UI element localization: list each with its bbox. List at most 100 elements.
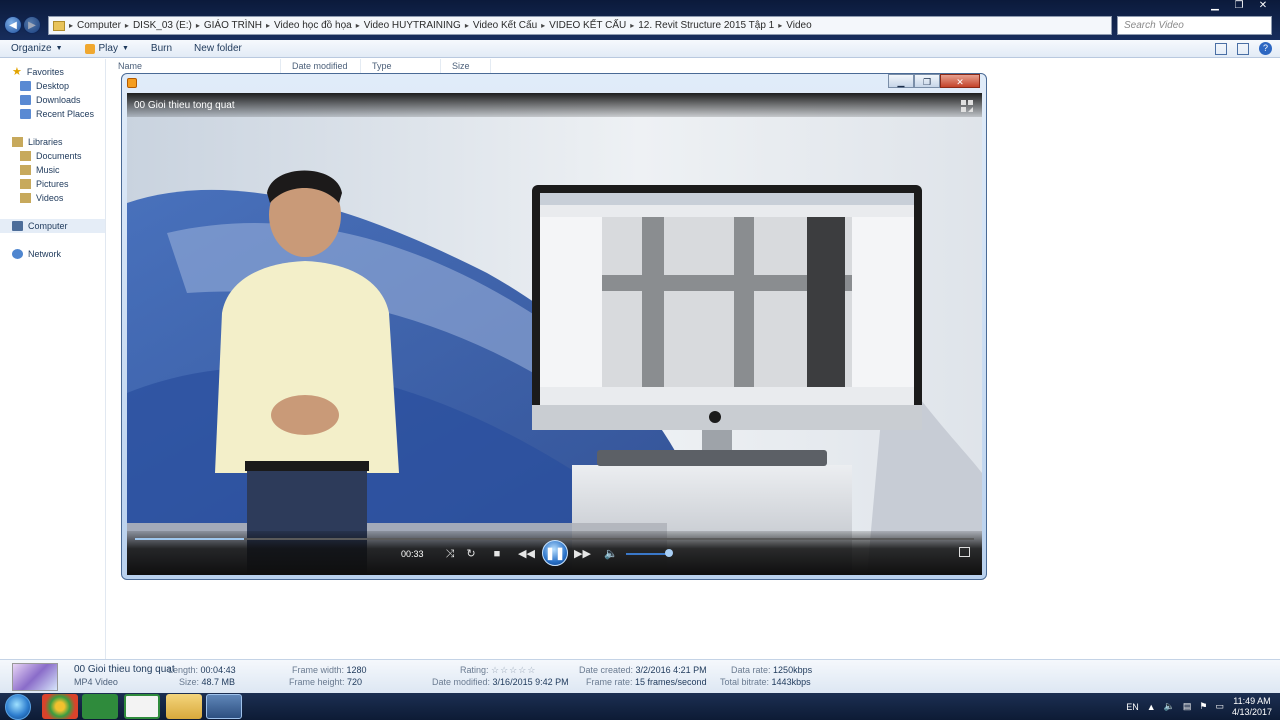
- display-tray-icon[interactable]: ▭: [1215, 701, 1224, 712]
- documents-icon: [20, 151, 31, 161]
- sidebar-item-computer[interactable]: Computer: [0, 219, 105, 233]
- column-name[interactable]: Name: [107, 59, 281, 74]
- clock[interactable]: 11:49 AM 4/13/2017: [1232, 696, 1272, 718]
- computer-icon: [12, 221, 23, 231]
- breadcrumb-item[interactable]: Video Kết Cấu: [473, 20, 537, 31]
- player-minimize-button[interactable]: ▁: [888, 74, 914, 88]
- sidebar-item-music[interactable]: Music: [20, 163, 60, 177]
- show-hidden-icons-icon[interactable]: ▲: [1147, 702, 1156, 712]
- rating-field: Rating: ☆☆☆☆☆: [460, 665, 536, 676]
- organize-label: Organize: [11, 43, 52, 54]
- shuffle-icon[interactable]: ⤨: [443, 547, 457, 561]
- breadcrumb-item[interactable]: DISK_03 (E:): [133, 20, 192, 31]
- play-label: Play: [98, 43, 118, 54]
- folder-icon: [53, 20, 65, 31]
- sidebar-item-label: Documents: [36, 151, 82, 161]
- chevron-right-icon: ▸: [69, 21, 74, 30]
- frame-height-field: Frame height: 720: [289, 677, 362, 687]
- player-titlebar: ▁ ❐ ✕: [122, 74, 986, 92]
- minimize-button[interactable]: ▁: [1204, 0, 1226, 12]
- sidebar-item-network[interactable]: Network: [12, 247, 61, 261]
- pictures-icon: [20, 179, 31, 189]
- help-icon[interactable]: ?: [1259, 42, 1272, 55]
- frame-width-label: Frame width:: [292, 665, 345, 675]
- repeat-icon[interactable]: ↻: [464, 547, 478, 561]
- explorer-taskbar-icon[interactable]: [166, 694, 202, 719]
- sidebar-item-label: Desktop: [36, 81, 70, 91]
- camtasia-taskbar-icon[interactable]: [82, 694, 118, 719]
- fullscreen-icon[interactable]: [959, 547, 970, 557]
- file-list-header: Name Date modified Type Size: [107, 59, 1280, 74]
- volume-slider[interactable]: [626, 553, 670, 555]
- sidebar-item-downloads[interactable]: Downloads: [20, 93, 81, 107]
- star-icon: ★: [12, 66, 22, 78]
- sidebar-item-videos[interactable]: Videos: [20, 191, 63, 205]
- player-close-button[interactable]: ✕: [940, 74, 980, 88]
- start-button[interactable]: [5, 694, 31, 720]
- frame-rate-value: 15 frames/second: [635, 677, 707, 687]
- breadcrumb-item[interactable]: Video HUYTRAINING: [364, 20, 461, 31]
- new-folder-button[interactable]: New folder: [183, 43, 253, 54]
- breadcrumb-item[interactable]: Computer: [77, 20, 121, 31]
- view-options-icon[interactable]: [1215, 42, 1227, 55]
- media-player-window: ▁ ❐ ✕ 00 Gioi thieu tong quat 00:33 ⤨ ↻ …: [121, 73, 987, 580]
- videos-icon: [20, 193, 31, 203]
- play-button[interactable]: Play ▼: [74, 43, 140, 54]
- data-rate-field: Data rate: 1250kbps: [731, 665, 812, 675]
- stop-icon[interactable]: ■: [490, 547, 504, 561]
- sidebar-item-pictures[interactable]: Pictures: [20, 177, 69, 191]
- size-value: 48.7 MB: [201, 677, 236, 687]
- media-player-icon: [127, 78, 137, 88]
- rating-stars[interactable]: ☆☆☆☆☆: [491, 665, 536, 675]
- taskbar: EN ▲ 🔈 ▤ ⚑ ▭ 11:49 AM 4/13/2017: [0, 693, 1280, 720]
- search-input[interactable]: Search Video: [1117, 16, 1272, 35]
- media-player-taskbar-icon[interactable]: [206, 694, 242, 719]
- video-area[interactable]: 00 Gioi thieu tong quat 00:33 ⤨ ↻ ■ ◀◀ ❚…: [127, 93, 982, 575]
- volume-knob[interactable]: [665, 549, 673, 557]
- sidebar-item-desktop[interactable]: Desktop: [20, 79, 69, 93]
- clock-date: 4/13/2017: [1231, 706, 1272, 717]
- burn-button[interactable]: Burn: [140, 43, 183, 54]
- chrome-taskbar-icon[interactable]: [42, 694, 78, 719]
- switch-to-library-icon[interactable]: [961, 100, 973, 112]
- date-created-label: Date created:: [579, 665, 634, 675]
- action-center-icon[interactable]: ⚑: [1199, 701, 1207, 712]
- volume-tray-icon[interactable]: 🔈: [1164, 701, 1175, 712]
- current-time: 00:33: [401, 549, 424, 559]
- maximize-button[interactable]: ❐: [1228, 0, 1250, 12]
- network-tray-icon[interactable]: ▤: [1183, 701, 1192, 712]
- column-type[interactable]: Type: [361, 59, 441, 74]
- column-size[interactable]: Size: [441, 59, 491, 74]
- player-maximize-button[interactable]: ❐: [914, 74, 940, 88]
- next-icon[interactable]: ▶▶: [574, 547, 591, 561]
- date-created-value: 3/2/2016 4:21 PM: [635, 665, 707, 675]
- back-button[interactable]: ◀: [4, 16, 22, 34]
- address-bar[interactable]: ▸ Computer ▸ DISK_03 (E:) ▸ GIÁO TRÌNH ▸…: [48, 16, 1112, 35]
- sidebar-item-favorites[interactable]: ★ Favorites: [12, 65, 64, 79]
- breadcrumb-item[interactable]: Video: [786, 20, 811, 31]
- pause-button[interactable]: ❚❚: [542, 540, 568, 566]
- sidebar-item-label: Videos: [36, 193, 64, 203]
- sidebar-item-documents[interactable]: Documents: [20, 149, 82, 163]
- video-title: 00 Gioi thieu tong quat: [134, 100, 235, 111]
- breadcrumb-item[interactable]: Video học đồ họa: [274, 20, 352, 31]
- sidebar-item-libraries[interactable]: Libraries: [12, 135, 63, 149]
- column-date-modified[interactable]: Date modified: [281, 59, 361, 74]
- forward-button[interactable]: ▶: [23, 16, 41, 34]
- volume-icon[interactable]: 🔈: [604, 547, 618, 561]
- language-indicator[interactable]: EN: [1126, 702, 1139, 712]
- sidebar-item-label: Favorites: [26, 67, 64, 77]
- previous-icon[interactable]: ◀◀: [518, 547, 535, 561]
- organize-button[interactable]: Organize ▼: [0, 43, 74, 54]
- frame-rate-label: Frame rate:: [586, 677, 633, 687]
- camtasia-recorder-taskbar-icon[interactable]: [124, 694, 160, 719]
- chevron-right-icon: ▸: [124, 21, 129, 30]
- preview-pane-icon[interactable]: [1237, 42, 1249, 55]
- breadcrumb-item[interactable]: GIÁO TRÌNH: [204, 20, 262, 31]
- breadcrumb-item[interactable]: VIDEO KẾT CẤU: [549, 20, 626, 31]
- system-tray: EN ▲ 🔈 ▤ ⚑ ▭ 11:49 AM 4/13/2017: [1126, 693, 1280, 720]
- close-button[interactable]: ✕: [1252, 0, 1274, 12]
- sidebar-item-recent-places[interactable]: Recent Places: [20, 107, 94, 121]
- video-thumbnail: [12, 663, 58, 691]
- breadcrumb-item[interactable]: 12. Revit Structure 2015 Tập 1: [638, 20, 774, 31]
